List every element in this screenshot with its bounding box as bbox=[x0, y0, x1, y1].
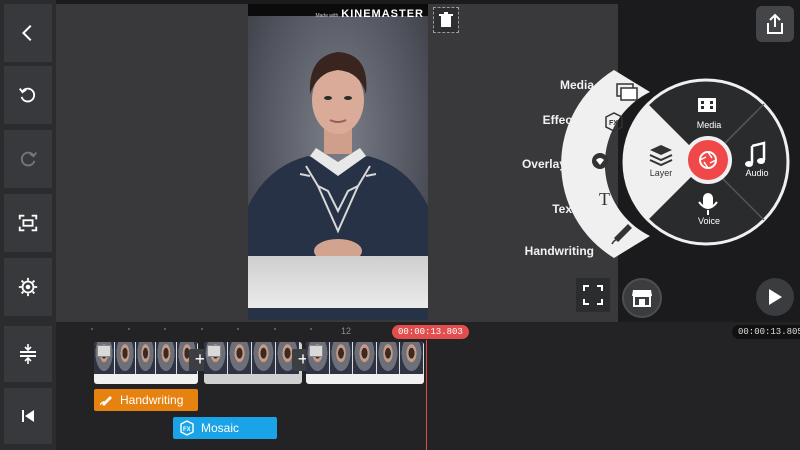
mosaic-layer-label: Mosaic bbox=[201, 421, 240, 435]
undo-icon bbox=[19, 87, 36, 103]
current-time: 00:00:13.803 bbox=[392, 325, 469, 339]
timeline-toolbar bbox=[0, 322, 56, 450]
layer-menu-effect[interactable]: Effect bbox=[466, 113, 576, 127]
svg-text:T: T bbox=[599, 189, 610, 209]
gear-icon bbox=[18, 277, 38, 297]
image-clip-icon bbox=[97, 345, 111, 357]
settings-button[interactable] bbox=[4, 258, 52, 316]
media-film-icon bbox=[698, 98, 716, 112]
mosaic-layer-clip[interactable]: FX Mosaic bbox=[173, 417, 277, 439]
video-clip[interactable] bbox=[306, 342, 424, 384]
handwriting-layer-label: Handwriting bbox=[120, 393, 184, 407]
image-clip-icon bbox=[207, 345, 221, 357]
timeline[interactable]: 12 00:00:13.803 00:00:13.805 + + Handwri… bbox=[56, 322, 800, 450]
ruler-number: 12 bbox=[341, 326, 352, 336]
video-clip[interactable] bbox=[94, 342, 198, 384]
fx-icon: FX bbox=[180, 420, 194, 436]
wheel-layer-label[interactable]: Layer bbox=[636, 168, 686, 178]
capture-button[interactable] bbox=[4, 194, 52, 252]
timeline-expand-button[interactable] bbox=[4, 326, 52, 382]
layer-menu-handwriting[interactable]: Handwriting bbox=[484, 244, 594, 258]
capture-frame-icon bbox=[18, 214, 38, 232]
skip-to-start-button[interactable] bbox=[4, 388, 52, 444]
watermark-made-with: Made with bbox=[315, 13, 339, 19]
back-arrow-icon bbox=[21, 24, 32, 42]
fullscreen-button[interactable] bbox=[576, 278, 610, 312]
pen-icon bbox=[100, 396, 112, 406]
delete-button[interactable] bbox=[433, 7, 459, 33]
layer-menu-media[interactable]: Media bbox=[484, 78, 594, 92]
svg-text:FX: FX bbox=[183, 427, 191, 433]
overlay-sticker-icon[interactable] bbox=[592, 153, 608, 169]
redo-button[interactable] bbox=[4, 130, 52, 188]
play-button[interactable] bbox=[756, 278, 794, 316]
play-icon bbox=[769, 289, 782, 305]
export-share-button[interactable] bbox=[756, 6, 794, 42]
fullscreen-icon bbox=[583, 285, 603, 305]
wheel-media-label[interactable]: Media bbox=[684, 120, 734, 130]
watermark-brand: KINEMASTER bbox=[341, 8, 424, 20]
playhead[interactable] bbox=[426, 340, 427, 450]
layer-menu-overlay[interactable]: Overlay bbox=[456, 157, 566, 171]
wheel-voice-label[interactable]: Voice bbox=[684, 216, 734, 226]
undo-button[interactable] bbox=[4, 66, 52, 124]
store-icon bbox=[632, 290, 652, 307]
left-toolbar bbox=[0, 0, 56, 322]
image-clip-icon bbox=[309, 345, 323, 357]
wheel-audio-label[interactable]: Audio bbox=[732, 168, 782, 178]
total-time: 00:00:13.805 bbox=[732, 325, 800, 339]
expand-tracks-icon bbox=[20, 344, 36, 364]
kinemaster-watermark: Made with KINEMASTER bbox=[315, 8, 424, 20]
layer-menu-text[interactable]: Text bbox=[466, 202, 576, 216]
record-button[interactable] bbox=[684, 136, 732, 184]
handwriting-layer-clip[interactable]: Handwriting bbox=[94, 389, 198, 411]
svg-text:FX: FX bbox=[609, 120, 618, 127]
share-icon bbox=[767, 13, 783, 34]
video-preview[interactable]: Made with KINEMASTER bbox=[248, 4, 428, 320]
back-button[interactable] bbox=[4, 4, 52, 62]
video-clip[interactable] bbox=[204, 342, 302, 384]
skip-start-icon bbox=[22, 410, 34, 422]
redo-icon bbox=[20, 151, 37, 167]
asset-store-button[interactable] bbox=[622, 278, 662, 318]
text-t-icon[interactable]: T bbox=[599, 189, 610, 209]
preview-bottom-bar bbox=[248, 256, 428, 308]
trash-icon bbox=[439, 12, 453, 27]
